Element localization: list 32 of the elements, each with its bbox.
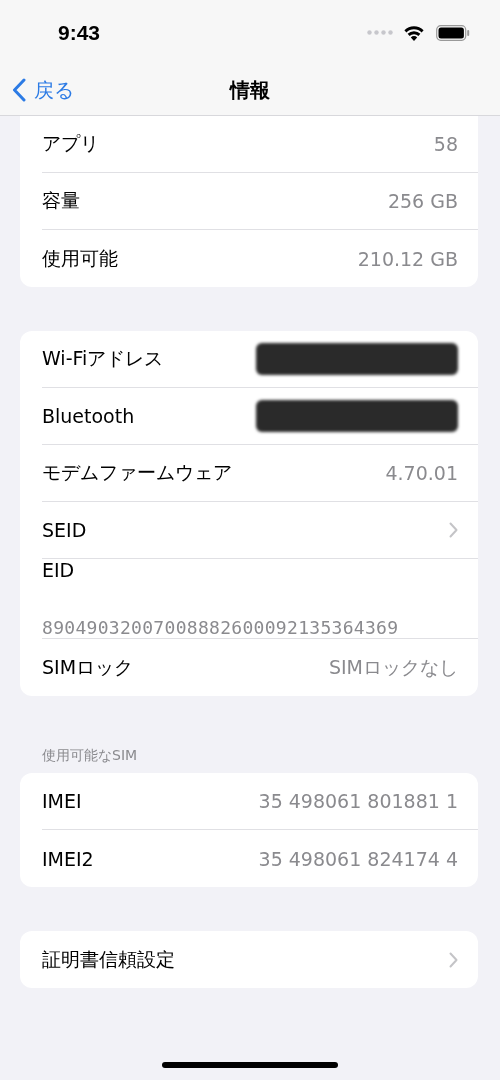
- chevron-right-icon: [449, 951, 458, 968]
- row-label: SEID: [42, 519, 88, 541]
- row-value: 35 498061 801881 1: [258, 790, 458, 812]
- signal-dots-icon: [367, 30, 393, 35]
- back-button[interactable]: 戻る: [0, 76, 74, 104]
- settings-row[interactable]: SEID: [42, 502, 478, 559]
- row-label: SIMロック: [42, 654, 135, 680]
- row-label: Wi-Fiアドレス: [42, 346, 165, 371]
- nav-title: 情報: [230, 78, 270, 101]
- row-label: IMEI2: [42, 847, 95, 870]
- row-label: EID: [42, 559, 75, 583]
- wifi-icon: [403, 24, 425, 41]
- row-label: 容量: [42, 188, 81, 213]
- row-value: 89049032007008882600092135364369: [42, 617, 399, 638]
- chevron-left-icon: [12, 78, 26, 102]
- row-value: 58: [433, 133, 458, 155]
- section-header: 使用可能なSIM: [41, 747, 139, 765]
- row-value: 4.70.01: [385, 462, 458, 484]
- row-label: Bluetooth: [42, 405, 136, 427]
- row-value: 210.12 GB: [357, 247, 458, 270]
- row-label: IMEI: [42, 790, 83, 812]
- row-value: 256 GB: [387, 190, 458, 212]
- row-label: アプリ: [42, 131, 100, 156]
- row-label: 使用可能: [42, 245, 119, 271]
- battery-icon: [436, 24, 470, 41]
- row-label: 証明書信頼設定: [42, 946, 176, 972]
- row-value: SIMロックなし: [328, 654, 458, 680]
- row-label: モデムファームウェア: [42, 460, 233, 485]
- settings-row[interactable]: 証明書信頼設定: [42, 931, 478, 988]
- clock: 9:43: [58, 20, 102, 45]
- row-value: 35 498061 824174 4: [258, 847, 458, 870]
- chevron-right-icon: [449, 522, 458, 538]
